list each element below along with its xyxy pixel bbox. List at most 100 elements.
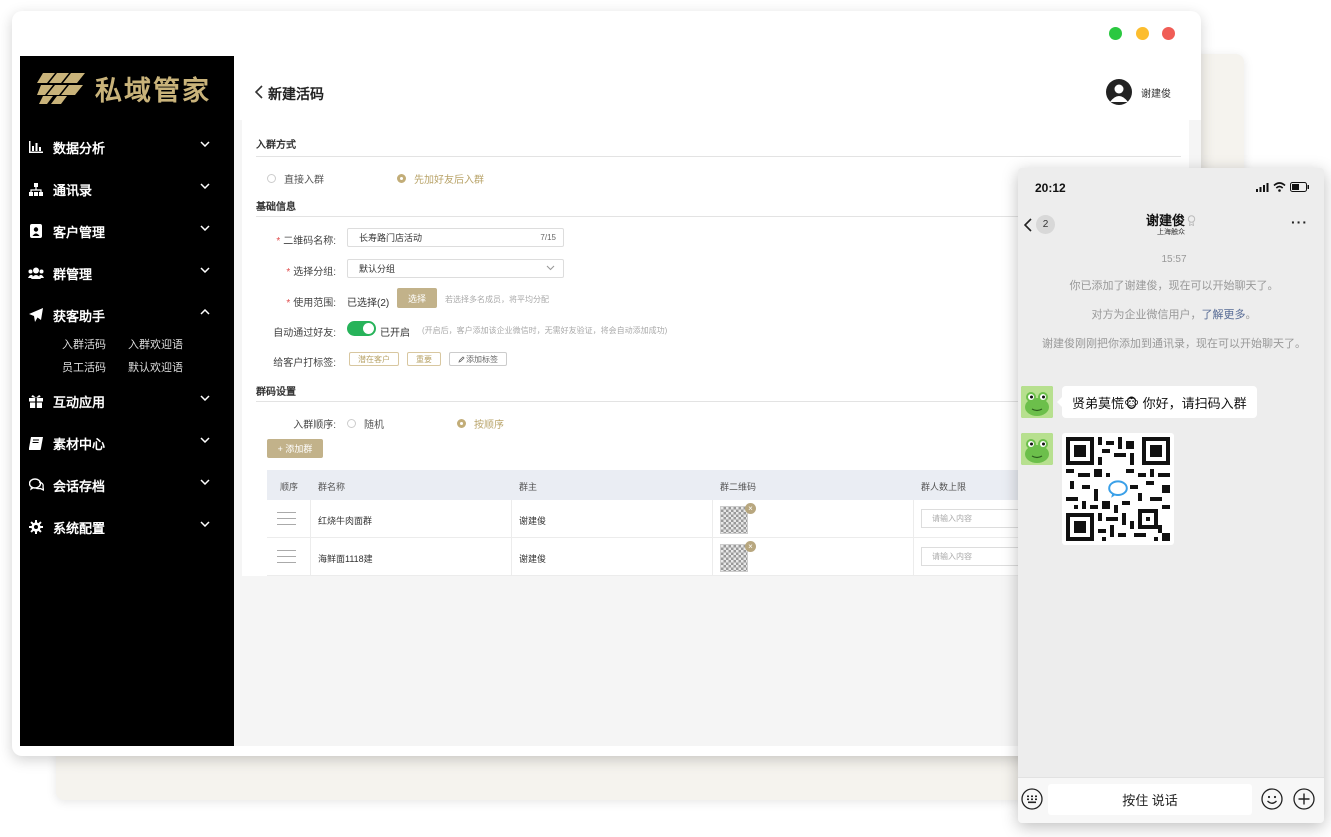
member-limit-input[interactable]: 请输入内容 <box>921 547 1021 566</box>
col-header-limit: 群人数上限 <box>921 482 967 492</box>
auto-friend-label: 自动通过好友: <box>273 328 336 339</box>
menu-label: 客户管理 <box>53 224 106 240</box>
logo: 私域管家 <box>37 66 211 110</box>
book-icon <box>29 436 43 450</box>
menu-item-interactive-apps[interactable]: 互动应用 <box>20 386 234 416</box>
radio-sequential-order[interactable]: 按顺序 <box>457 416 504 431</box>
qr-name-input[interactable]: 长寿路门店活动 7/15 <box>347 228 564 247</box>
org-chart-icon <box>29 182 43 196</box>
gift-icon <box>29 395 43 408</box>
add-tag-button[interactable]: 添加标签 <box>449 352 507 366</box>
chat-timestamp: 15:57 <box>1161 254 1187 265</box>
page-title: 新建活码 <box>268 86 324 102</box>
remove-qr-button[interactable]: × <box>745 541 756 552</box>
menu-item-chat-archive[interactable]: 会话存档 <box>20 470 234 500</box>
radio-direct-join[interactable]: 直接入群 <box>267 171 324 186</box>
group-select[interactable]: 默认分组 <box>347 259 564 278</box>
member-limit-input[interactable]: 请输入内容 <box>921 509 1021 528</box>
tag-potential-customer[interactable]: 潜在客户 <box>349 352 399 366</box>
user-icon <box>1110 84 1128 102</box>
radio-add-friend-first[interactable]: 先加好友后入群 <box>397 171 484 186</box>
more-options-icon[interactable]: ··· <box>1291 214 1308 230</box>
group-icon <box>28 267 44 279</box>
chevron-down-icon <box>546 265 555 271</box>
phone-chat-preview: 20:12 2 谢建俊 上海触众 ··· 15:57 你已添加了谢建俊，现在可以… <box>1018 168 1324 823</box>
menu-item-contacts[interactable]: 通讯录 <box>20 174 234 204</box>
window-close-button[interactable] <box>1162 27 1175 40</box>
menu-label: 数据分析 <box>53 140 106 156</box>
user-menu[interactable]: 谢建俊 <box>1106 79 1171 105</box>
col-header-owner: 群主 <box>519 482 538 492</box>
submenu-item-join-welcome[interactable]: 入群欢迎语 <box>128 336 183 352</box>
order-label: 入群顺序: <box>293 420 336 431</box>
chevron-down-icon <box>200 141 210 147</box>
chat-message-bubble: 贤弟莫慌🐵 你好，请扫码入群 <box>1057 386 1257 418</box>
learn-more-link[interactable]: 了解更多 <box>1202 309 1246 321</box>
submenu-item-join-group-code[interactable]: 入群活码 <box>62 336 106 352</box>
radio-random-order[interactable]: 随机 <box>347 416 384 431</box>
menu-item-group-management[interactable]: 群管理 <box>20 258 234 288</box>
qr-name-value: 长寿路门店活动 <box>359 233 423 243</box>
menu-item-customer-management[interactable]: 客户管理 <box>20 216 234 246</box>
frog-icon <box>1021 433 1053 465</box>
user-name: 谢建俊 <box>1141 88 1171 100</box>
top-bar: 新建活码 谢建俊 <box>234 56 1201 120</box>
group-select-label: * 选择分组: <box>286 267 336 278</box>
qr-code-image <box>1066 437 1170 541</box>
back-arrow-icon[interactable] <box>255 85 263 99</box>
menu-item-system-config[interactable]: 系统配置 <box>20 512 234 542</box>
qr-code-message[interactable] <box>1062 433 1174 545</box>
menu-item-acquisition-assistant[interactable]: 获客助手 <box>20 300 234 330</box>
radio-label: 直接入群 <box>284 175 324 186</box>
submenu-item-default-welcome[interactable]: 默认欢迎语 <box>128 359 183 375</box>
paper-plane-icon <box>29 308 43 322</box>
auto-friend-toggle[interactable] <box>347 321 376 336</box>
section-title-basic-info: 基础信息 <box>256 202 296 213</box>
menu-label: 互动应用 <box>53 394 106 410</box>
logo-text: 私域管家 <box>95 75 211 107</box>
frog-icon <box>1021 386 1053 418</box>
col-header-group-name: 群名称 <box>318 482 346 492</box>
radio-label: 按顺序 <box>474 420 504 431</box>
chevron-up-icon <box>200 309 210 315</box>
window-minimize-button[interactable] <box>1136 27 1149 40</box>
add-group-button[interactable]: + 添加群 <box>267 439 323 458</box>
radio-dot <box>347 419 356 428</box>
keyboard-icon[interactable] <box>1021 788 1043 810</box>
remove-qr-button[interactable]: × <box>745 503 756 514</box>
scope-value: 已选择(2) <box>347 298 390 309</box>
chevron-down-icon <box>200 225 210 231</box>
contact-card-icon <box>30 224 42 238</box>
hold-to-talk-button[interactable]: 按住 说话 <box>1048 784 1252 815</box>
menu-item-data-analysis[interactable]: 数据分析 <box>20 132 234 162</box>
scope-hint: 若选择多名成员，将平均分配 <box>445 295 549 304</box>
radio-label: 随机 <box>364 420 384 431</box>
menu-label: 会话存档 <box>53 478 106 494</box>
avatar <box>1106 79 1132 105</box>
qr-cell: × <box>712 500 772 538</box>
section-title-group-settings: 群码设置 <box>256 387 296 398</box>
pencil-icon <box>458 355 465 363</box>
plus-circle-icon[interactable] <box>1293 788 1315 810</box>
menu-item-material-center[interactable]: 素材中心 <box>20 428 234 458</box>
status-bar-time: 20:12 <box>1035 181 1066 195</box>
qr-thumbnail[interactable] <box>720 544 748 572</box>
drag-handle-icon[interactable] <box>277 548 296 566</box>
tags-label: 给客户打标签: <box>273 358 336 369</box>
chevron-down-icon <box>200 183 210 189</box>
menu-label: 群管理 <box>53 266 93 282</box>
emoji-icon[interactable] <box>1261 788 1283 810</box>
char-counter: 7/15 <box>540 233 556 242</box>
radio-dot <box>457 419 466 428</box>
group-name-cell: 海鲜面1118建 <box>318 554 373 564</box>
submenu-item-staff-code[interactable]: 员工活码 <box>62 359 106 375</box>
tag-important[interactable]: 重要 <box>407 352 441 366</box>
chevron-down-icon <box>200 521 210 527</box>
system-message: 你已添加了谢建俊，现在可以开始聊天了。 <box>1069 280 1279 292</box>
chevron-down-icon <box>200 267 210 273</box>
qr-thumbnail[interactable] <box>720 506 748 534</box>
window-maximize-button[interactable] <box>1109 27 1122 40</box>
select-scope-button[interactable]: 选择 <box>397 288 437 308</box>
drag-handle-icon[interactable] <box>277 510 296 528</box>
radio-dot <box>267 174 276 183</box>
